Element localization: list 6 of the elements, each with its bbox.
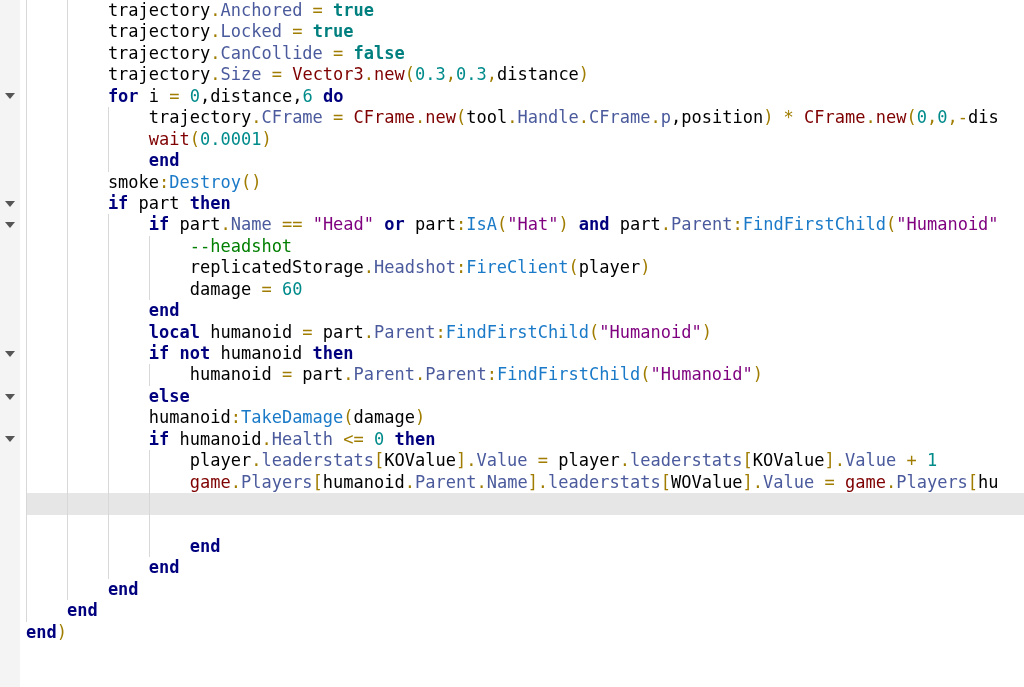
fold-arrow-icon[interactable]	[5, 393, 15, 400]
fold-arrow-icon[interactable]	[5, 93, 15, 100]
fold-arrow-icon[interactable]	[5, 222, 15, 229]
fold-arrow-icon[interactable]	[5, 436, 15, 443]
fold-arrow-icon[interactable]	[5, 200, 15, 207]
fold-arrow-icon[interactable]	[5, 350, 15, 357]
